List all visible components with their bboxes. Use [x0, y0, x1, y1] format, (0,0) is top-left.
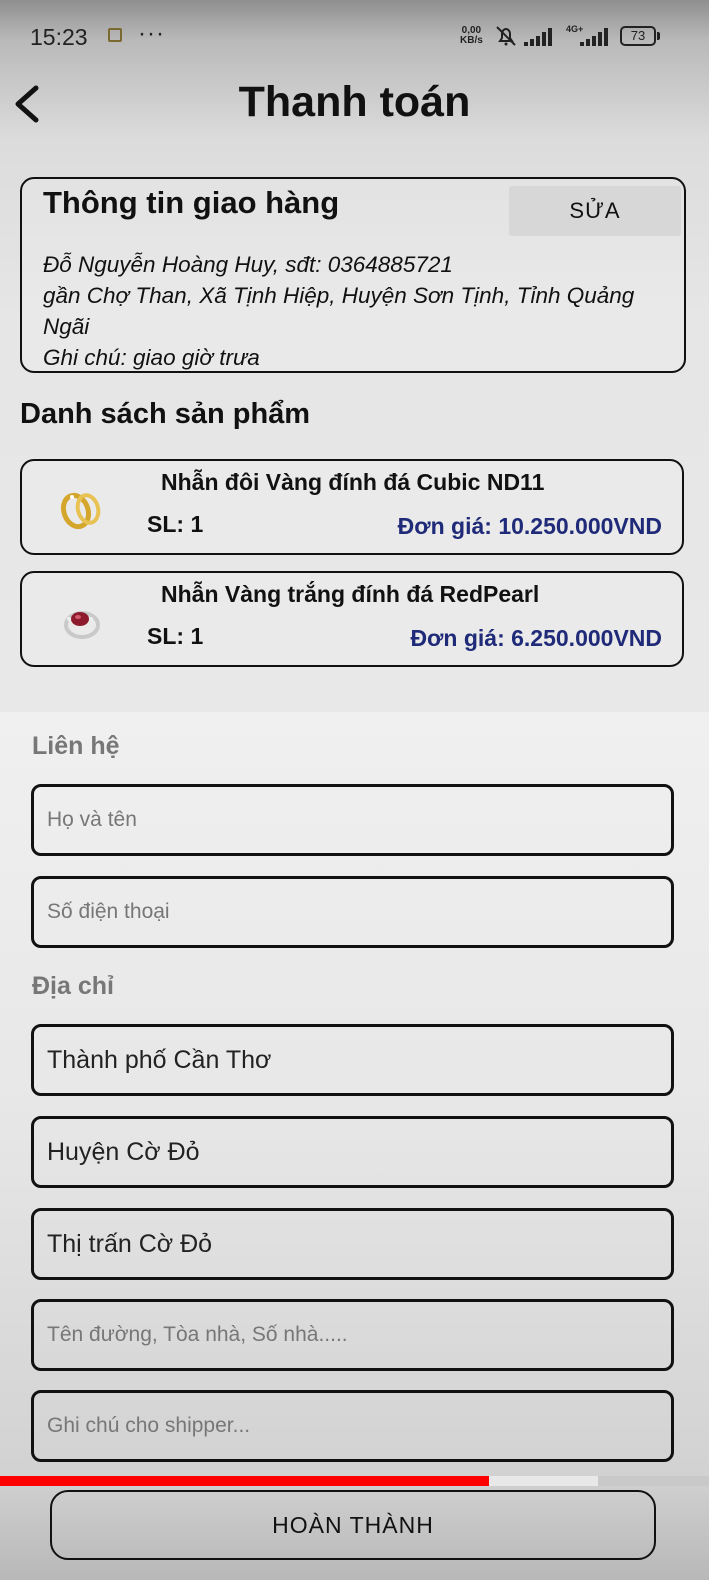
shipper-note-input[interactable]: [31, 1390, 674, 1462]
ward-select[interactable]: [31, 1208, 674, 1280]
product-card[interactable]: Nhẫn đôi Vàng đính đá Cubic ND11 SL: 1 Đ…: [20, 459, 684, 555]
more-notifications-icon: ···: [138, 20, 165, 47]
contact-label: Liên hệ: [32, 732, 120, 760]
video-progress-fill: [0, 1476, 490, 1486]
product-price: Đơn giá: 10.250.000VND: [397, 513, 662, 539]
product-card[interactable]: Nhẫn Vàng trắng đính đá RedPearl SL: 1 Đ…: [20, 571, 684, 667]
address-line-2: Ngãi: [43, 314, 90, 339]
battery-tip: [657, 32, 660, 40]
city-select[interactable]: [31, 1024, 674, 1096]
delivery-info-card: Thông tin giao hàng SỬA Đỗ Nguyễn Hoàng …: [20, 177, 686, 373]
battery-level: 73: [630, 28, 646, 43]
product-price: Đơn giá: 6.250.000VND: [410, 625, 662, 651]
notification-icon: [108, 28, 122, 42]
status-time: 15:23: [30, 24, 88, 50]
recipient-line: Đỗ Nguyễn Hoàng Huy, sđt: 0364885721: [43, 252, 453, 277]
street-input[interactable]: [31, 1299, 674, 1371]
delivery-details: Đỗ Nguyễn Hoàng Huy, sđt: 0364885721 gần…: [43, 249, 683, 373]
video-progress-bar[interactable]: [0, 1476, 709, 1486]
edit-button[interactable]: SỬA: [509, 186, 681, 236]
product-name: Nhẫn đôi Vàng đính đá Cubic ND11: [161, 469, 545, 495]
signal-strength-icon-2: [580, 28, 608, 46]
product-list-title: Danh sách sản phẩm: [20, 398, 311, 430]
product-quantity: SL: 1: [147, 623, 204, 649]
full-name-input[interactable]: [31, 784, 674, 856]
status-bar: 15:23 ··· 0,00 KB/s 4G+ 73: [0, 0, 709, 74]
mute-bell-icon: [496, 26, 516, 46]
white-gold-ruby-ring-image: [64, 611, 100, 639]
product-name: Nhẫn Vàng trắng đính đá RedPearl: [161, 581, 540, 607]
note-line: Ghi chú: giao giờ trưa: [43, 345, 260, 370]
signal-strength-icon: [524, 28, 552, 46]
delivery-info-title: Thông tin giao hàng: [43, 185, 340, 220]
network-speed: 0,00 KB/s: [460, 26, 483, 46]
battery-icon: 73: [620, 26, 656, 46]
complete-button[interactable]: HOÀN THÀNH: [50, 1490, 656, 1560]
network-speed-unit: KB/s: [460, 35, 483, 46]
phone-input[interactable]: [31, 876, 674, 948]
product-quantity: SL: 1: [147, 511, 204, 537]
page-title: Thanh toán: [238, 78, 471, 126]
gold-couple-rings-image: [60, 492, 101, 530]
address-line: gần Chợ Than, Xã Tịnh Hiệp, Huyện Sơn Tị…: [43, 283, 635, 308]
address-label: Địa chỉ: [32, 972, 114, 1000]
district-select[interactable]: [31, 1116, 674, 1188]
